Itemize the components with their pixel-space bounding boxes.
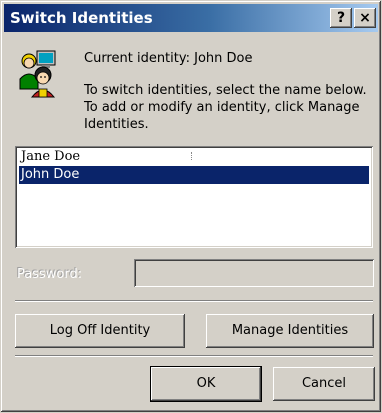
instructions-text: To switch identities, select the name be… <box>84 83 367 132</box>
password-input[interactable] <box>134 259 374 287</box>
identity-users-icon <box>19 50 56 98</box>
manage-identities-button[interactable]: Manage Identities <box>206 314 374 348</box>
ok-button[interactable]: OK <box>150 366 262 402</box>
list-item-selected[interactable]: John Doe <box>19 166 369 184</box>
close-button[interactable]: × <box>354 8 376 28</box>
help-button[interactable]: ? <box>330 8 352 28</box>
identity-list[interactable]: Jane Doe John Doe <box>15 146 373 248</box>
password-label: Password: <box>17 267 83 282</box>
separator <box>15 300 373 302</box>
list-item[interactable]: Jane Doe <box>19 148 369 166</box>
cancel-button[interactable]: Cancel <box>273 367 375 401</box>
text-caret <box>191 152 193 160</box>
separator <box>15 355 373 357</box>
current-identity-label: Current identity: John Doe <box>84 51 253 66</box>
window-title: Switch Identities <box>10 9 153 27</box>
log-off-identity-button[interactable]: Log Off Identity <box>15 314 185 348</box>
title-bar[interactable]: Switch Identities ? × <box>4 4 378 32</box>
switch-identities-dialog: Switch Identities ? × Current identity: … <box>0 0 382 413</box>
